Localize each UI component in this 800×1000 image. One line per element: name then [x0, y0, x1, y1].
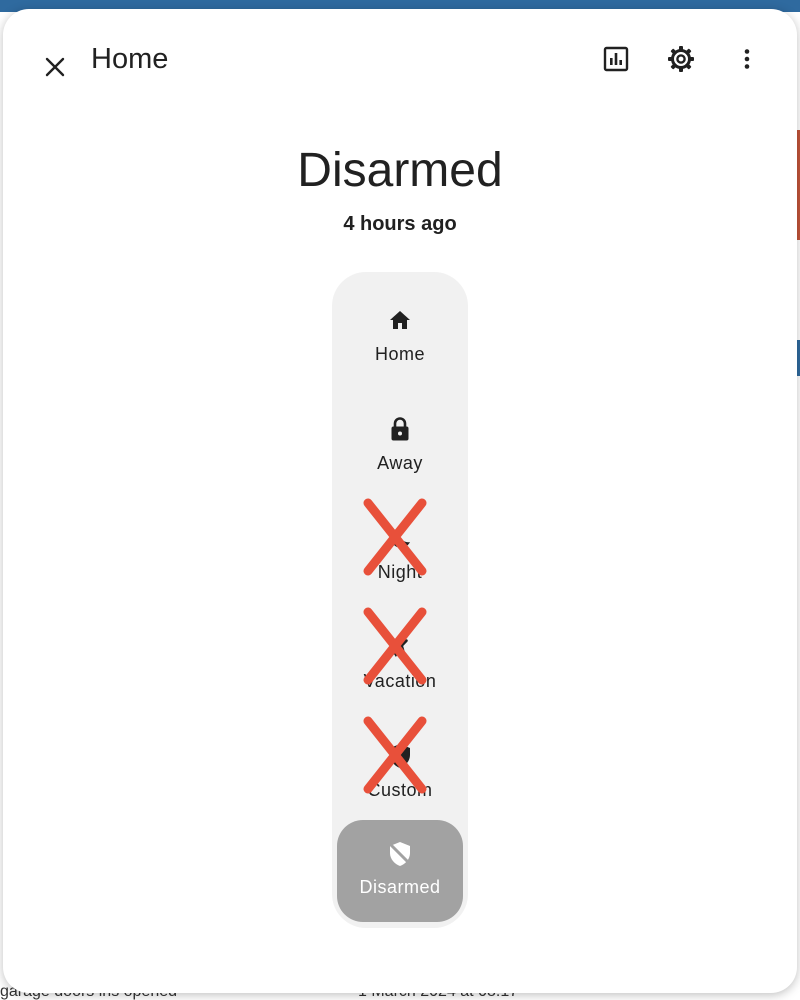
lock-icon — [391, 417, 409, 441]
dots-vertical-icon — [744, 49, 750, 69]
mode-home-button[interactable]: Home — [332, 284, 468, 384]
mode-night-button[interactable]: Night — [332, 498, 468, 602]
home-icon — [390, 311, 410, 329]
mode-disarmed-button[interactable]: Disarmed — [337, 820, 463, 922]
mode-vacation-label: Vacation — [363, 671, 437, 691]
mode-night-label: Night — [377, 562, 423, 582]
close-icon — [45, 57, 65, 77]
airplane-icon — [390, 639, 408, 657]
mode-disarmed-label: Disarmed — [359, 877, 441, 897]
mode-custom-button[interactable]: Custom — [332, 716, 468, 820]
more-options-button[interactable] — [723, 35, 771, 83]
mode-custom-label: Custom — [367, 780, 433, 800]
settings-button[interactable] — [657, 35, 705, 83]
chart-box-icon — [603, 46, 629, 72]
gear-icon — [668, 46, 694, 72]
mode-home-label: Home — [374, 344, 425, 364]
history-button[interactable] — [592, 35, 640, 83]
shield-off-icon — [388, 842, 412, 866]
more-info-dialog: Home Disarmed 4 hours ago Home Away Nigh… — [3, 9, 797, 993]
mode-away-label: Away — [377, 453, 423, 473]
alarm-mode-selector: Home Away Night Vacation Custom Disarmed — [332, 272, 468, 928]
mode-vacation-button[interactable]: Vacation — [332, 607, 468, 711]
dialog-title: Home — [91, 43, 169, 75]
alarm-state: Disarmed — [297, 144, 503, 197]
shield-icon — [390, 744, 410, 768]
last-changed: 4 hours ago — [343, 213, 457, 235]
moon-icon — [390, 527, 410, 548]
close-button[interactable] — [31, 43, 79, 91]
mode-away-button[interactable]: Away — [332, 393, 468, 493]
